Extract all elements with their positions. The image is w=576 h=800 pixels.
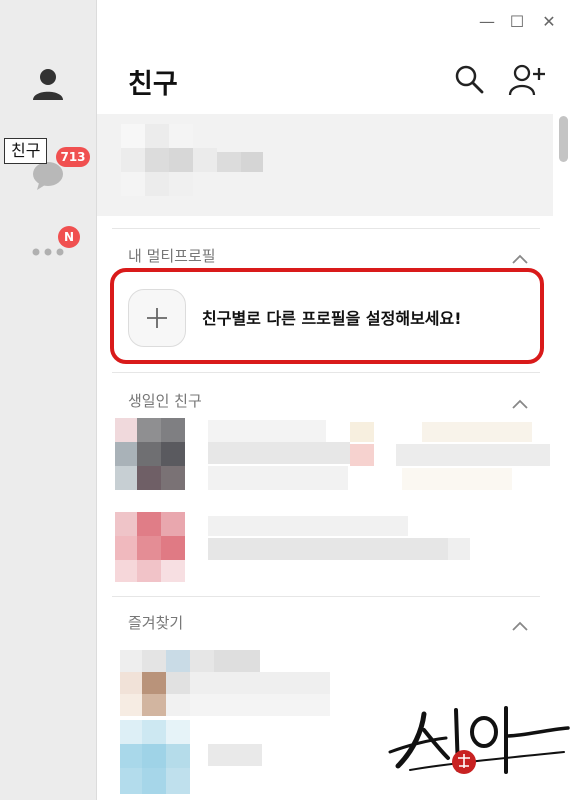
more-dots-icon (32, 248, 64, 256)
more-badge: N (58, 226, 80, 248)
friend-avatar-blurred (120, 650, 330, 716)
maximize-button[interactable]: ☐ (505, 12, 529, 31)
sidebar: 713 친구 N (0, 0, 97, 800)
collapse-birthday-button[interactable] (512, 394, 528, 413)
minimize-button[interactable]: — (475, 12, 499, 31)
add-multi-profile-label[interactable]: 친구별로 다른 프로필을 설정해보세요! (202, 305, 462, 329)
add-friend-icon (508, 64, 545, 96)
search-icon (455, 65, 484, 94)
close-button[interactable]: ✕ (537, 12, 561, 31)
list-item[interactable] (112, 646, 372, 718)
page-title: 친구 (128, 69, 178, 100)
scrollbar-thumb[interactable] (559, 116, 568, 162)
chevron-up-icon (512, 254, 528, 264)
chat-badge: 713 (56, 147, 90, 167)
add-friend-button[interactable] (508, 64, 546, 100)
divider (112, 372, 540, 373)
add-multi-profile-button[interactable] (128, 289, 186, 347)
collapse-multi-profile-button[interactable] (512, 249, 528, 268)
chevron-up-icon (512, 399, 528, 409)
tooltip-friends: 친구 (4, 138, 48, 164)
divider (112, 228, 540, 229)
section-title-multi-profile: 내 멀티프로필 (128, 247, 216, 265)
section-title-favorites: 즐겨찾기 (128, 614, 184, 632)
list-item[interactable] (112, 418, 552, 494)
friend-avatar-blurred (120, 720, 262, 794)
collapse-favorites-button[interactable] (512, 616, 528, 635)
list-item[interactable] (112, 718, 312, 800)
calligraphy-watermark (388, 706, 570, 774)
my-profile-row[interactable] (97, 114, 553, 216)
chevron-up-icon (512, 621, 528, 631)
friend-avatar-blurred (115, 418, 550, 490)
section-title-birthday: 생일인 친구 (128, 392, 202, 410)
search-button[interactable] (454, 64, 484, 98)
list-item[interactable] (112, 512, 552, 584)
plus-icon (147, 308, 167, 328)
my-profile-avatar-blurred (121, 124, 263, 196)
friend-avatar-blurred (115, 512, 470, 582)
divider (112, 596, 540, 597)
person-icon (33, 69, 63, 100)
friends-tab[interactable] (22, 62, 74, 106)
